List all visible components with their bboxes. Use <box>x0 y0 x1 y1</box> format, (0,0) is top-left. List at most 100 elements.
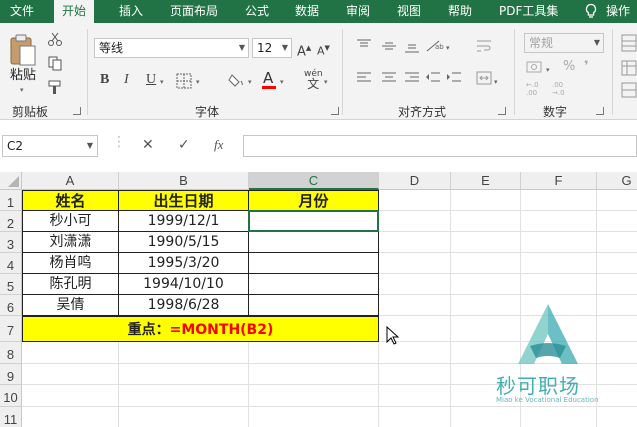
wrap-text-icon[interactable] <box>476 39 492 53</box>
grid-cell[interactable] <box>379 274 451 295</box>
grid-cell[interactable] <box>451 407 521 427</box>
tab-insert[interactable]: 插入 <box>119 0 143 23</box>
grid-cell[interactable] <box>379 385 451 407</box>
decrease-indent-icon[interactable] <box>425 71 441 85</box>
tab-review[interactable]: 审阅 <box>346 0 370 23</box>
number-launcher-icon[interactable] <box>596 107 604 115</box>
formula-input[interactable] <box>243 135 637 157</box>
table-header-cell[interactable]: 月份 <box>249 190 379 211</box>
font-color-button[interactable]: A <box>263 69 273 87</box>
grid-cell[interactable] <box>597 364 637 385</box>
table-cell[interactable]: 陈孔明 <box>22 274 119 295</box>
grid-cell[interactable] <box>379 232 451 253</box>
grid-cell[interactable] <box>249 407 379 427</box>
name-box[interactable]: C2 ▼ <box>2 135 98 157</box>
chevron-down-icon[interactable]: ▾ <box>446 39 450 57</box>
paste-icon[interactable] <box>8 33 38 67</box>
row-header[interactable]: 2 <box>0 211 22 232</box>
font-name-combo[interactable]: 等线 ▼ <box>94 38 249 58</box>
table-cell[interactable] <box>249 295 379 316</box>
chevron-down-icon[interactable]: ▾ <box>160 73 164 91</box>
lightbulb-icon[interactable] <box>584 3 598 20</box>
grid-cell[interactable] <box>22 407 119 427</box>
tab-data[interactable]: 数据 <box>295 0 319 23</box>
row-header[interactable]: 5 <box>0 274 22 295</box>
grid-cell[interactable] <box>249 385 379 407</box>
underline-button[interactable]: U <box>146 71 156 89</box>
table-cell[interactable]: 吴倩 <box>22 295 119 316</box>
grid-cell[interactable] <box>521 274 597 295</box>
grid-cell[interactable] <box>249 342 379 364</box>
font-launcher-icon[interactable] <box>331 107 339 115</box>
table-header-cell[interactable]: 姓名 <box>22 190 119 211</box>
grid-cell[interactable] <box>451 232 521 253</box>
grid-cell[interactable] <box>597 407 637 427</box>
tab-file[interactable]: 文件 <box>10 0 34 23</box>
comma-style-icon[interactable]: ❜ <box>584 58 589 76</box>
grid-cell[interactable] <box>119 342 249 364</box>
tab-pdf-tools[interactable]: PDF工具集 <box>499 0 558 23</box>
row-header[interactable]: 10 <box>0 385 22 407</box>
phonetic-guide-button[interactable]: wén 文 <box>304 69 323 91</box>
row-header[interactable]: 6 <box>0 295 22 316</box>
grid-cell[interactable] <box>249 364 379 385</box>
paste-dropdown-icon[interactable]: ▾ <box>20 81 24 99</box>
column-header-a[interactable]: A <box>22 172 119 190</box>
tab-view[interactable]: 视图 <box>397 0 421 23</box>
grid-cell[interactable] <box>119 407 249 427</box>
grid-cell[interactable] <box>521 253 597 274</box>
grid-cell[interactable] <box>22 385 119 407</box>
table-cell[interactable]: 刘潇潇 <box>22 232 119 253</box>
chevron-down-icon[interactable]: ▾ <box>324 73 328 91</box>
column-header-g[interactable]: G <box>597 172 637 190</box>
grid-cell[interactable] <box>119 385 249 407</box>
note-merged-cell[interactable]: 重点：=MONTH(B2) <box>22 316 379 342</box>
borders-icon[interactable] <box>176 73 194 89</box>
accounting-format-icon[interactable] <box>526 59 546 75</box>
grid-cell[interactable] <box>597 295 637 316</box>
tab-home[interactable]: 开始 <box>54 0 95 24</box>
align-bottom-icon[interactable] <box>404 39 420 53</box>
select-all-corner[interactable] <box>0 172 22 190</box>
align-middle-icon[interactable] <box>381 39 397 53</box>
tab-formulas[interactable]: 公式 <box>245 0 269 23</box>
clipboard-launcher-icon[interactable] <box>73 107 81 115</box>
grid-cell[interactable] <box>379 407 451 427</box>
column-header-d[interactable]: D <box>379 172 451 190</box>
grid-cell[interactable] <box>521 190 597 211</box>
grid-cell[interactable] <box>521 232 597 253</box>
tab-page-layout[interactable]: 页面布局 <box>170 0 218 23</box>
grid-cell[interactable] <box>379 190 451 211</box>
copy-icon[interactable] <box>47 55 63 71</box>
chevron-down-icon[interactable]: ▾ <box>546 61 550 79</box>
table-cell[interactable] <box>249 274 379 295</box>
row-header[interactable]: 11 <box>0 407 22 427</box>
grid-cell[interactable] <box>597 211 637 232</box>
grid-cell[interactable] <box>451 253 521 274</box>
column-header-b[interactable]: B <box>119 172 249 190</box>
resize-handle-icon[interactable]: ⋮ <box>112 134 126 150</box>
tab-help[interactable]: 帮助 <box>448 0 472 23</box>
cell-styles-icon[interactable] <box>621 81 637 99</box>
cancel-icon[interactable]: ✕ <box>142 137 154 153</box>
column-header-e[interactable]: E <box>451 172 521 190</box>
table-cell[interactable]: 杨肖鸣 <box>22 253 119 274</box>
table-cell[interactable] <box>249 253 379 274</box>
row-header[interactable]: 3 <box>0 232 22 253</box>
table-cell[interactable]: 1990/5/15 <box>119 232 249 253</box>
row-header[interactable]: 8 <box>0 342 22 364</box>
grid-cell[interactable] <box>22 364 119 385</box>
grid-cell[interactable] <box>597 274 637 295</box>
grid-cell[interactable] <box>521 407 597 427</box>
table-cell[interactable] <box>249 211 379 232</box>
row-header[interactable]: 1 <box>0 190 22 211</box>
merge-center-icon[interactable] <box>476 71 492 85</box>
grid-cell[interactable] <box>379 364 451 385</box>
grid-cell[interactable] <box>597 232 637 253</box>
conditional-format-icon[interactable] <box>621 33 637 53</box>
chevron-down-icon[interactable]: ▾ <box>494 73 498 91</box>
increase-font-size-icon[interactable]: A▲ <box>297 39 311 61</box>
orientation-icon[interactable]: ab <box>425 39 447 53</box>
grid-cell[interactable] <box>597 316 637 342</box>
align-top-icon[interactable] <box>356 39 372 53</box>
